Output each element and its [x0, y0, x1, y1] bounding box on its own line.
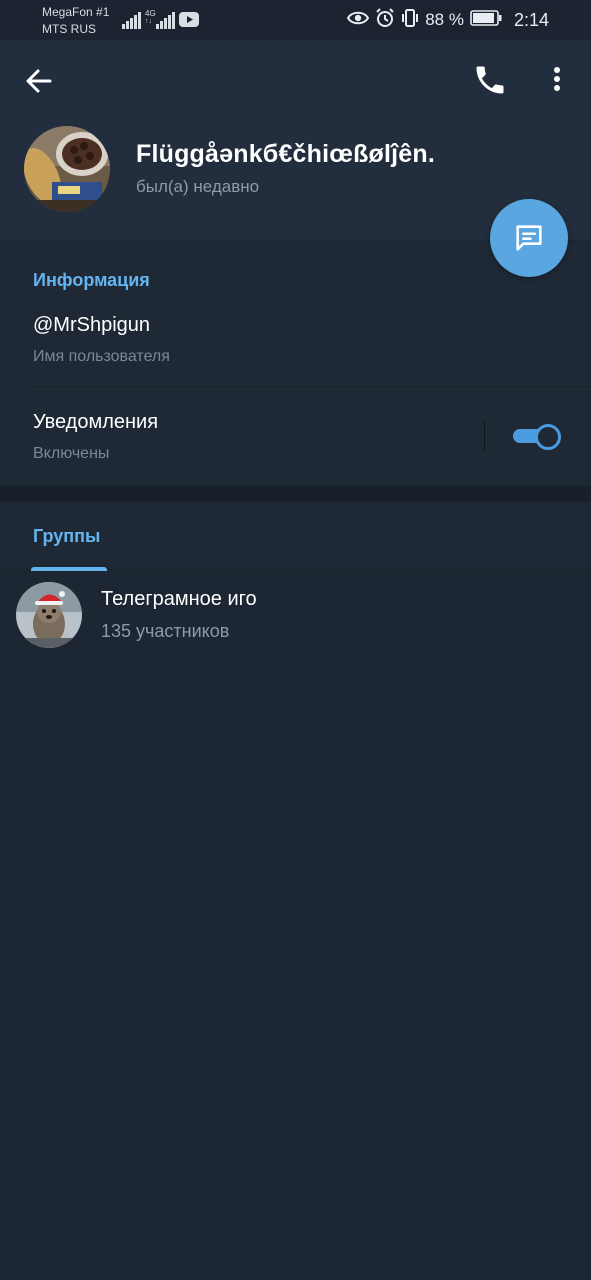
youtube-icon [179, 12, 199, 27]
profile-avatar[interactable] [24, 126, 110, 212]
signal-icon [122, 11, 142, 29]
notifications-toggle[interactable] [513, 424, 561, 450]
status-right: 88 % 2:14 [347, 7, 549, 33]
media-tabs: Группы [0, 502, 591, 571]
vertical-separator [484, 420, 485, 452]
call-button[interactable] [472, 62, 508, 98]
carrier-2: MTS RUS [42, 22, 96, 36]
tab-groups[interactable]: Группы [31, 502, 107, 571]
group-members-count: 135 участников [101, 621, 230, 641]
divider [33, 386, 591, 387]
list-item[interactable]: Телеграмное иго 135 участников [0, 571, 591, 659]
battery-icon [470, 9, 502, 31]
carrier-info: MegaFon #1 MTS RUS [42, 4, 109, 38]
username-value[interactable]: @MrShpigun [33, 314, 150, 337]
message-icon [516, 225, 542, 251]
status-bar: MegaFon #1 MTS RUS 4G ↑↓ 88 % 2:14 [0, 0, 591, 40]
notifications-status: Включены [33, 445, 110, 462]
username-label: Имя пользователя [33, 348, 170, 365]
signal-2-icon [156, 11, 176, 29]
clock: 2:14 [513, 9, 549, 30]
back-button[interactable] [22, 64, 56, 98]
more-options-button[interactable] [546, 64, 568, 98]
info-section: Информация @MrShpigun Имя пользователя У… [0, 242, 591, 486]
phone-icon [476, 66, 504, 94]
more-vertical-icon [554, 67, 560, 91]
network-type-icon: 4G ↑↓ [145, 9, 156, 26]
section-gap [0, 486, 591, 502]
profile-name: Flüggåənkб€čhiœßølĵên. [136, 140, 436, 168]
tab-groups-label: Группы [33, 526, 101, 546]
notifications-title[interactable]: Уведомления [33, 411, 158, 434]
send-message-button[interactable] [490, 199, 568, 277]
toggle-knob [535, 424, 561, 450]
back-arrow-icon [26, 69, 52, 93]
last-seen-status: был(а) недавно [136, 177, 260, 196]
battery-percent: 88 % [425, 10, 464, 29]
vibrate-icon [401, 8, 419, 33]
alarm-icon [375, 7, 395, 33]
group-name: Телеграмное иго [101, 588, 257, 610]
carrier-1: MegaFon #1 [42, 5, 110, 19]
group-avatar [16, 582, 82, 648]
eye-icon [347, 10, 370, 31]
info-section-title: Информация [33, 270, 150, 290]
